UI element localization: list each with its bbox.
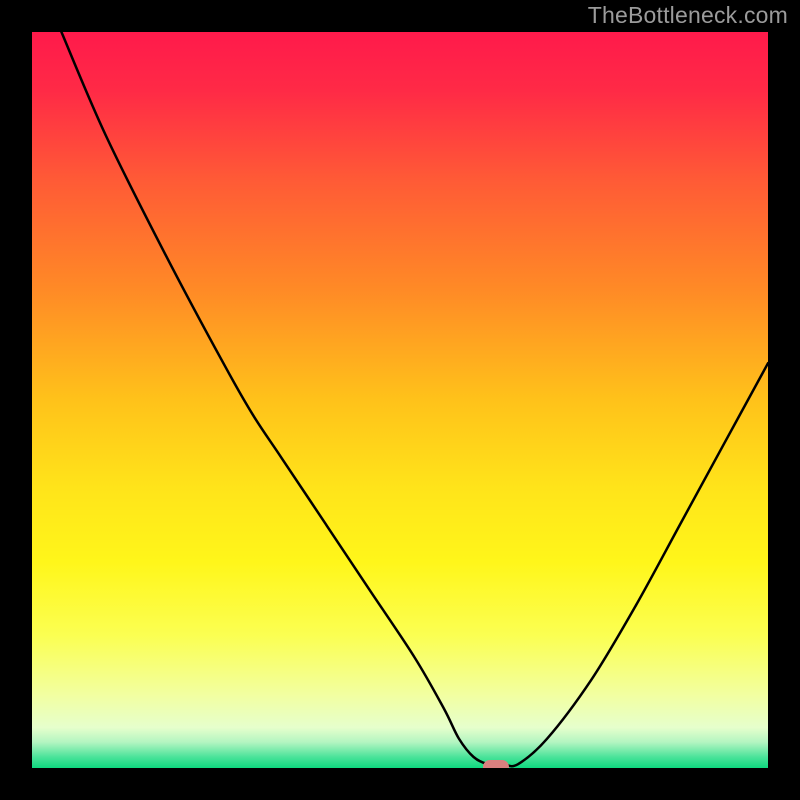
chart-background-gradient — [32, 32, 768, 768]
chart-frame: TheBottleneck.com — [0, 0, 800, 800]
bottleneck-chart — [32, 32, 768, 768]
watermark-text: TheBottleneck.com — [588, 2, 788, 29]
bottleneck-marker — [483, 760, 509, 768]
plot-area — [32, 32, 768, 768]
